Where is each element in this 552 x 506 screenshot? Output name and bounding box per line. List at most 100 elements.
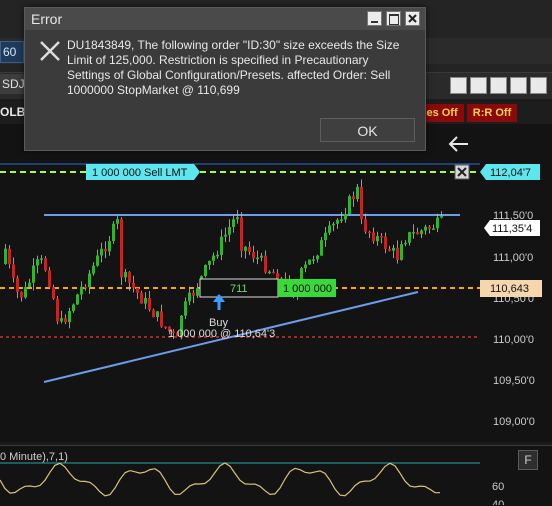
indicator-canvas: 60 40 (0, 462, 504, 505)
candle-body (188, 292, 191, 302)
candle-body (80, 286, 83, 295)
oscillator-line (0, 462, 441, 497)
candle-body (20, 291, 23, 298)
candle-body (404, 242, 407, 245)
candle-body (184, 301, 187, 316)
candle-body (268, 271, 271, 274)
candle-body (264, 255, 267, 273)
sell-order-label: 1 000 000 Sell LMT (92, 167, 188, 179)
candle-body (228, 227, 231, 235)
dialog-close-button[interactable] (405, 11, 420, 26)
candle-body (164, 326, 167, 329)
candle-body (380, 236, 383, 238)
candle-body (336, 219, 339, 224)
close-icon (408, 14, 417, 23)
axis-tick: 110,00'0 (493, 334, 534, 346)
candle-body (224, 234, 227, 237)
dialog-minimize-button[interactable] (367, 11, 382, 26)
candle-body (36, 259, 39, 266)
candle-body (212, 255, 215, 261)
candle-body (220, 236, 223, 255)
candle-body (196, 288, 199, 296)
maximize-button[interactable] (510, 77, 527, 94)
indicator-tick: 40 (492, 499, 504, 505)
candle-body (392, 247, 395, 251)
window-tile-button[interactable] (450, 77, 467, 94)
candle-body (356, 186, 359, 200)
window-layout-button[interactable] (470, 77, 487, 94)
fill-label: 1 000 000 @ 110,64'3 (168, 328, 275, 340)
candle-body (132, 282, 135, 288)
candle-body (64, 318, 67, 323)
candle-body (252, 251, 255, 259)
position-qty-right: 1 000 000 (283, 283, 332, 295)
account-field[interactable]: 60 (0, 41, 24, 63)
candle-body (324, 232, 327, 241)
candle-body (60, 318, 63, 322)
candle-body (232, 219, 235, 228)
candle-body (160, 311, 163, 327)
candle-body (376, 236, 379, 242)
candle-body (408, 232, 411, 243)
candle-body (156, 311, 159, 318)
candle-body (216, 254, 219, 257)
candle-body (120, 219, 123, 278)
candle-body (320, 240, 323, 256)
candle-body (340, 219, 343, 221)
candle-body (236, 217, 239, 220)
candle-body (108, 241, 111, 252)
candle-body (88, 273, 91, 288)
candle-body (68, 311, 71, 323)
candle-body (116, 219, 119, 224)
candle-body (48, 270, 51, 288)
candles (4, 179, 443, 340)
candle-body (244, 246, 247, 251)
candle-body (412, 232, 415, 234)
candle-body (304, 264, 307, 269)
candle-body (92, 265, 95, 274)
candle-body (440, 216, 443, 218)
candle-body (52, 287, 55, 299)
candle-body (312, 259, 315, 261)
candle-body (208, 260, 211, 265)
account-field-text: 60 (3, 45, 17, 59)
candle-body (56, 298, 59, 322)
error-message: DU1843849, The following order "ID:30" s… (67, 38, 400, 97)
candle-body (124, 271, 127, 278)
candle-body (28, 282, 31, 288)
minimize-button[interactable] (490, 77, 507, 94)
candle-body (44, 258, 47, 271)
current-price-tag: 111,35'4 (492, 223, 532, 235)
maximize-icon (389, 14, 399, 25)
candle-body (372, 232, 375, 242)
dialog-maximize-button[interactable] (386, 11, 401, 26)
dialog-titlebar (25, 8, 425, 30)
candle-body (24, 287, 27, 298)
ok-button[interactable]: OK (320, 118, 415, 142)
candle-body (152, 309, 155, 318)
candle-body (204, 264, 207, 277)
candle-body (32, 265, 35, 283)
close-window-button[interactable] (530, 77, 547, 94)
candle-body (316, 255, 319, 260)
candle-body (388, 249, 391, 251)
candle-body (144, 297, 147, 304)
position-price-tag: 110,643 (490, 283, 529, 295)
candle-body (344, 214, 347, 220)
sell-price-tag: 112,04'7 (490, 167, 531, 179)
candle-body (76, 294, 79, 305)
candle-body (428, 226, 431, 229)
candle-body (140, 292, 143, 304)
symbol-tab[interactable]: SDJF (0, 74, 26, 94)
candle-body (396, 247, 399, 260)
candle-body (8, 248, 11, 265)
candle-body (136, 287, 139, 293)
candle-body (308, 259, 311, 265)
toggle-rr-off[interactable]: R:R Off (467, 104, 517, 122)
candle-body (260, 255, 263, 258)
candle-body (432, 228, 435, 230)
axis-tick: 109,00'0 (493, 416, 535, 428)
candle-body (192, 292, 195, 296)
candle-body (104, 248, 107, 252)
candle-body (436, 217, 439, 229)
